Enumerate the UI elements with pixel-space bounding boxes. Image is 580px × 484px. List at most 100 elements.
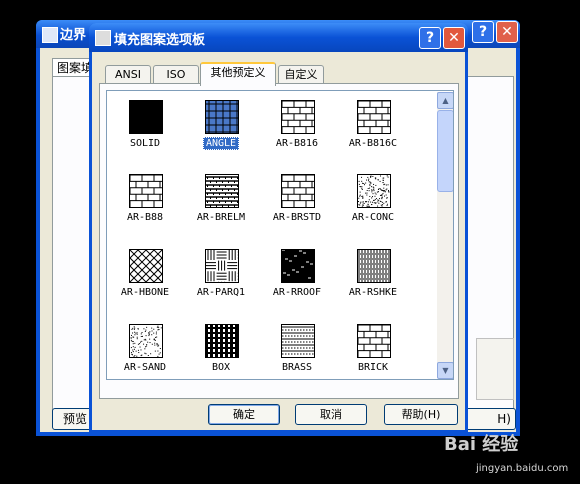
- pattern-item-ar-brelm[interactable]: AR-BRELM: [183, 167, 259, 243]
- pattern-preview-icon: [206, 176, 238, 207]
- pattern-label: AR-SAND: [107, 362, 183, 373]
- help-button[interactable]: 帮助(H): [384, 404, 458, 425]
- pattern-name: AR-PARQ1: [196, 287, 246, 298]
- vertical-scrollbar[interactable]: ▲ ▼: [437, 92, 453, 379]
- tab-ansi[interactable]: ANSI: [105, 65, 151, 84]
- pattern-swatch: [281, 100, 315, 134]
- pattern-item-ar-brstd[interactable]: AR-BRSTD: [259, 167, 335, 243]
- pattern-name: AR-HBONE: [120, 287, 170, 298]
- pattern-label: AR-B816: [259, 138, 335, 149]
- tab-iso[interactable]: ISO: [153, 65, 199, 84]
- pattern-label: AR-B88: [107, 212, 183, 223]
- pattern-swatch: [281, 174, 315, 208]
- cancel-button[interactable]: 取消: [295, 404, 367, 425]
- ok-button[interactable]: 确定: [208, 404, 280, 425]
- pattern-item-brass[interactable]: BRASS: [259, 317, 335, 379]
- pattern-label: AR-BRELM: [183, 212, 259, 223]
- pattern-name: BRASS: [281, 362, 313, 373]
- scroll-up-icon[interactable]: ▲: [437, 92, 453, 109]
- parent-help-text-button[interactable]: H): [462, 408, 516, 430]
- hatch-palette-dialog: 填充图案选项板 ? ✕ ANSI ISO 其他预定义 自定义 ▲ ▼ SOLID…: [89, 23, 468, 433]
- pattern-swatch: [281, 249, 315, 283]
- pattern-item-box[interactable]: BOX: [183, 317, 259, 379]
- dialog-client: ANSI ISO 其他预定义 自定义 ▲ ▼ SOLID ANGLE AR-B816…: [92, 52, 465, 430]
- pattern-name: AR-B88: [126, 212, 164, 223]
- pattern-preview-icon: [358, 101, 390, 133]
- pattern-item-brick[interactable]: BRICK: [335, 317, 411, 379]
- pattern-preview-icon: [130, 101, 162, 133]
- pattern-swatch: [357, 249, 391, 283]
- pattern-preview-icon: [282, 101, 314, 133]
- pattern-label: ANGLE: [183, 137, 259, 150]
- pattern-name: BRICK: [357, 362, 389, 373]
- app-icon: [42, 27, 58, 43]
- pattern-preview-icon: [206, 250, 238, 282]
- parent-title: 边界: [60, 28, 87, 43]
- scroll-thumb[interactable]: [437, 110, 453, 192]
- pattern-preview-icon: [358, 325, 390, 357]
- pattern-item-ar-sand[interactable]: AR-SAND: [107, 317, 183, 379]
- pattern-label: AR-BRSTD: [259, 212, 335, 223]
- pattern-item-solid[interactable]: SOLID: [107, 93, 183, 169]
- pattern-preview-icon: [358, 250, 390, 282]
- pattern-preview-icon: [282, 250, 314, 282]
- pattern-label: AR-CONC: [335, 212, 411, 223]
- pattern-item-ar-hbone[interactable]: AR-HBONE: [107, 242, 183, 318]
- dialog-titlebar[interactable]: 填充图案选项板 ? ✕: [89, 23, 468, 52]
- pattern-preview-icon: [282, 326, 314, 355]
- pattern-preview-icon: [358, 175, 390, 207]
- dialog-title: 填充图案选项板: [114, 33, 206, 48]
- pattern-name: SOLID: [129, 138, 161, 149]
- pattern-preview-icon: [206, 101, 238, 133]
- pattern-preview-icon: [130, 175, 162, 207]
- pattern-swatch: [129, 324, 163, 358]
- watermark-brand: Bai 经验: [444, 434, 519, 455]
- pattern-name: AR-RSHKE: [348, 287, 398, 298]
- help-icon[interactable]: ?: [419, 27, 441, 49]
- pattern-item-ar-rroof[interactable]: AR-RROOF: [259, 242, 335, 318]
- pattern-item-ar-b816[interactable]: AR-B816: [259, 93, 335, 169]
- pattern-label: AR-HBONE: [107, 287, 183, 298]
- pattern-swatch: [129, 249, 163, 283]
- app-icon: [95, 30, 111, 46]
- pattern-item-ar-b88[interactable]: AR-B88: [107, 167, 183, 243]
- pattern-swatch: [357, 174, 391, 208]
- parent-close-button[interactable]: ✕: [496, 21, 518, 43]
- pattern-label: AR-RSHKE: [335, 287, 411, 298]
- pattern-swatch: [357, 100, 391, 134]
- pattern-name: AR-SAND: [123, 362, 167, 373]
- pattern-label: AR-RROOF: [259, 287, 335, 298]
- pattern-item-angle[interactable]: ANGLE: [183, 93, 259, 169]
- pattern-list[interactable]: ▲ ▼ SOLID ANGLE AR-B816 AR-B816C AR-B88 AR-BR…: [106, 90, 454, 380]
- pattern-name: AR-B816: [275, 138, 319, 149]
- pattern-swatch: [205, 100, 239, 134]
- pattern-preview-icon: [130, 325, 162, 357]
- pattern-swatch: [357, 324, 391, 358]
- pattern-swatch: [129, 174, 163, 208]
- close-icon[interactable]: ✕: [443, 27, 465, 49]
- tab-other-predefined[interactable]: 其他预定义: [200, 62, 276, 86]
- pattern-swatch: [205, 174, 239, 208]
- pattern-preview-icon: [282, 175, 314, 207]
- pattern-swatch: [281, 324, 315, 358]
- pattern-name: AR-B816C: [348, 138, 398, 149]
- tab-custom[interactable]: 自定义: [278, 65, 324, 84]
- pattern-swatch: [205, 249, 239, 283]
- pattern-label: BRASS: [259, 362, 335, 373]
- pattern-item-ar-rshke[interactable]: AR-RSHKE: [335, 242, 411, 318]
- pattern-name: AR-BRSTD: [272, 212, 322, 223]
- pattern-item-ar-parq1[interactable]: AR-PARQ1: [183, 242, 259, 318]
- pattern-preview-icon: [206, 325, 238, 357]
- parent-help-button[interactable]: ?: [472, 21, 494, 43]
- watermark-url: jingyan.baidu.com: [476, 463, 569, 474]
- pattern-item-ar-conc[interactable]: AR-CONC: [335, 167, 411, 243]
- pattern-name: AR-CONC: [351, 212, 395, 223]
- pattern-name: ANGLE: [202, 137, 240, 150]
- scroll-down-icon[interactable]: ▼: [437, 362, 453, 379]
- pattern-item-ar-b816c[interactable]: AR-B816C: [335, 93, 411, 169]
- pattern-swatch: [129, 100, 163, 134]
- pattern-label: AR-B816C: [335, 138, 411, 149]
- tab-panel: ▲ ▼ SOLID ANGLE AR-B816 AR-B816C AR-B88 AR-BR…: [99, 83, 459, 399]
- pattern-name: BOX: [211, 362, 231, 373]
- pattern-name: AR-RROOF: [272, 287, 322, 298]
